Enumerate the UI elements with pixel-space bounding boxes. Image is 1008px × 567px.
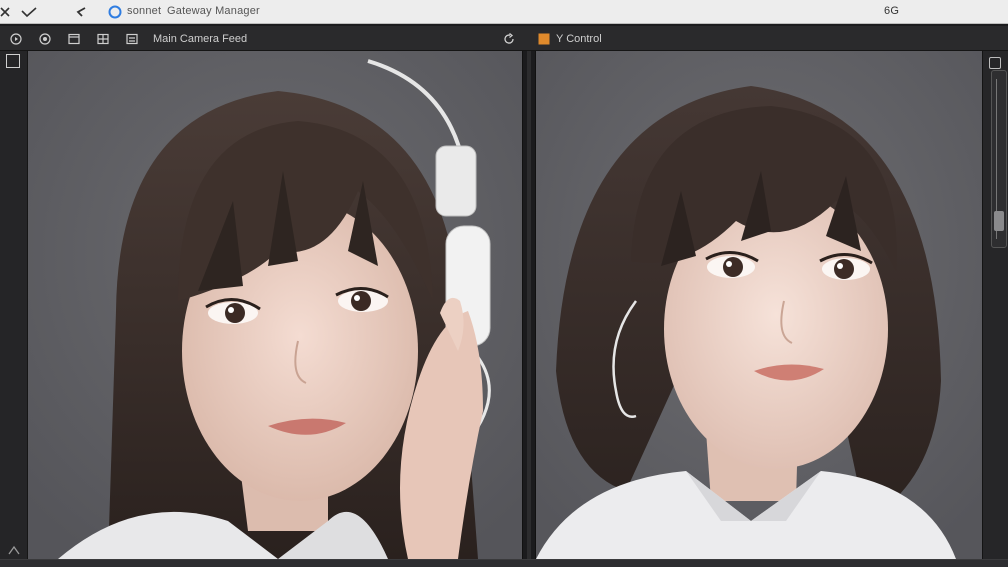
status-bar: [0, 559, 1008, 567]
refresh-icon[interactable]: [502, 32, 516, 46]
top-menubar: sonnet Gateway Manager 6G: [0, 0, 1008, 24]
left-panel-title: Main Camera Feed: [153, 33, 248, 45]
circle-icon[interactable]: [107, 4, 123, 20]
grid-icon[interactable]: [96, 32, 110, 46]
portrait-bob-image: [536, 51, 982, 559]
toolbar: Main Camera Feed Y Control: [0, 26, 1008, 51]
panel-color-swatch[interactable]: [537, 32, 551, 46]
portrait-headset-image: [28, 51, 522, 559]
play-icon[interactable]: [9, 32, 23, 46]
right-image-panel[interactable]: [536, 51, 982, 559]
check-icon[interactable]: [20, 4, 38, 20]
vertical-slider[interactable]: [991, 70, 1007, 248]
record-icon[interactable]: [38, 32, 52, 46]
status-indicator: 6G: [884, 5, 900, 17]
panel-settings-icon[interactable]: [989, 57, 1001, 69]
left-image-panel[interactable]: [28, 51, 522, 559]
right-panel-title: Y Control: [556, 33, 602, 45]
scroll-indicator-icon[interactable]: [8, 545, 20, 555]
left-rail: [0, 51, 28, 559]
window-icon[interactable]: [67, 32, 81, 46]
search-text[interactable]: sonnet: [127, 5, 161, 17]
arrow-icon[interactable]: [74, 4, 88, 20]
window-title: Gateway Manager: [167, 5, 260, 17]
square-tool-icon[interactable]: [6, 54, 20, 68]
menu-icon[interactable]: [125, 32, 139, 46]
slider-thumb[interactable]: [994, 211, 1004, 231]
divider-handle[interactable]: [527, 51, 531, 559]
close-icon[interactable]: [0, 4, 10, 20]
